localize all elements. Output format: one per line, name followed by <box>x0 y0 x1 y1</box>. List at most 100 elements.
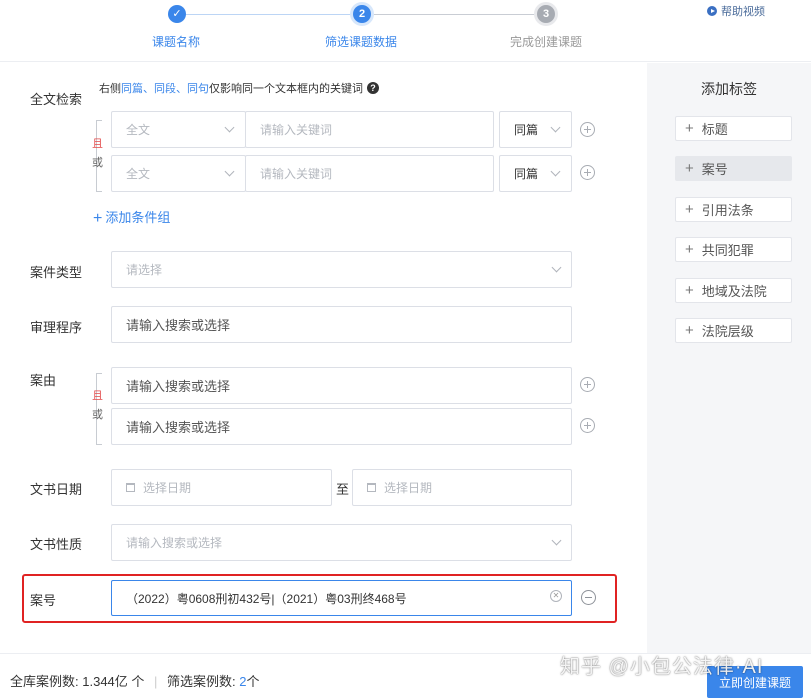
cause-placeholder: 请输入搜索或选择 <box>126 379 231 394</box>
and-option[interactable]: 且 <box>92 390 103 403</box>
and-option[interactable]: 且 <box>92 138 103 151</box>
or-option[interactable]: 或 <box>92 157 103 170</box>
start-date-input[interactable]: 选择日期 <box>111 469 332 506</box>
keyword-input-2[interactable]: 请输入关键词 <box>245 155 494 192</box>
stepper: ✓ 2 3 课题名称 筛选课题数据 完成创建课题 帮助视频 <box>0 0 811 62</box>
plus-icon: + <box>685 120 694 137</box>
end-date-input[interactable]: 选择日期 <box>352 469 572 506</box>
tag-button-cited-law[interactable]: + 引用法条 <box>675 197 792 222</box>
case-count-summary: 全库案例数: 1.344亿 个 | 筛选案例数: 2个 <box>10 671 260 690</box>
add-row-icon[interactable] <box>580 418 595 433</box>
tag-button-joint-crime[interactable]: + 共同犯罪 <box>675 237 792 262</box>
match-select-2[interactable]: 同篇 <box>499 155 572 192</box>
step-1-label[interactable]: 课题名称 <box>152 33 200 50</box>
plus-icon: + <box>685 160 694 177</box>
tag-label: 引用法条 <box>701 203 754 218</box>
calendar-icon <box>367 483 376 492</box>
keyword-placeholder: 请输入关键词 <box>260 123 333 137</box>
doc-date-label: 文书日期 <box>30 482 83 497</box>
end-date-placeholder: 选择日期 <box>384 481 433 495</box>
chevron-down-icon <box>550 166 561 177</box>
case-number-input[interactable]: （2022）粤0608刑初432号|（2021）粤03刑终468号 <box>111 580 572 616</box>
plus-icon: + <box>685 282 694 299</box>
tag-label: 标题 <box>701 122 728 137</box>
doc-nature-placeholder: 请输入搜索或选择 <box>126 536 223 550</box>
tag-label: 法院层级 <box>701 324 754 339</box>
add-condition-group-button[interactable]: + 添加条件组 <box>93 207 170 227</box>
doc-nature-label: 文书性质 <box>30 537 83 552</box>
tag-label: 案号 <box>701 162 728 177</box>
keyword-placeholder: 请输入关键词 <box>260 167 333 181</box>
plus-icon: + <box>685 201 694 218</box>
step-connector <box>186 14 354 15</box>
trial-procedure-input[interactable]: 请输入搜索或选择 <box>111 306 572 343</box>
match-select-1[interactable]: 同篇 <box>499 111 572 148</box>
total-count-value: 1.344亿 个 <box>82 674 145 689</box>
tag-panel-title: 添加标签 <box>701 81 757 97</box>
tag-panel: 添加标签 + 标题 + 案号 + 引用法条 + 共同犯罪 + 地域及法院 + 法院层级 <box>647 63 811 653</box>
calendar-icon <box>126 483 135 492</box>
tag-button-region-court[interactable]: + 地域及法院 <box>675 278 792 303</box>
cause-label: 案由 <box>30 373 57 388</box>
fulltext-logic-toggle[interactable]: 且 或 <box>92 138 103 170</box>
help-video-label: 帮助视频 <box>721 6 765 18</box>
or-option[interactable]: 或 <box>92 409 103 422</box>
cause-input-1[interactable]: 请输入搜索或选择 <box>111 367 572 404</box>
help-video-link[interactable]: 帮助视频 <box>707 3 765 19</box>
plus-icon: + <box>93 210 103 227</box>
add-row-icon[interactable] <box>580 377 595 392</box>
fulltext-label: 全文检索 <box>30 92 83 107</box>
question-icon[interactable]: ? <box>367 82 379 94</box>
step-2-label[interactable]: 筛选课题数据 <box>325 33 397 50</box>
case-type-label: 案件类型 <box>30 265 83 280</box>
cause-placeholder: 请输入搜索或选择 <box>126 420 231 435</box>
doc-nature-select[interactable]: 请输入搜索或选择 <box>111 524 572 561</box>
scope-select-value: 全文 <box>126 123 151 137</box>
total-count-label: 全库案例数: <box>10 674 79 689</box>
match-select-value: 同篇 <box>514 167 539 181</box>
tag-label: 地域及法院 <box>701 284 767 299</box>
hint-suffix: 仅影响同一个文本框内的关键词 <box>209 83 363 95</box>
tag-button-court-level[interactable]: + 法院层级 <box>675 318 792 343</box>
clear-icon[interactable]: ✕ <box>550 590 562 602</box>
cause-logic-toggle[interactable]: 且 或 <box>92 390 103 422</box>
remove-field-icon[interactable] <box>581 590 596 605</box>
cause-input-2[interactable]: 请输入搜索或选择 <box>111 408 572 445</box>
chevron-down-icon <box>551 535 562 546</box>
plus-icon: + <box>685 322 694 339</box>
watermark: 知乎 @小包公法律·AI <box>560 656 764 678</box>
plus-icon: + <box>685 241 694 258</box>
case-number-label: 案号 <box>30 593 57 608</box>
filtered-count-value: 2 <box>239 674 247 689</box>
trial-procedure-placeholder: 请输入搜索或选择 <box>126 318 231 333</box>
trial-procedure-label: 审理程序 <box>30 320 83 335</box>
filtered-count-unit: 个 <box>246 674 260 689</box>
step-3-number: 3 <box>537 5 555 23</box>
step-3-label: 完成创建课题 <box>510 35 583 49</box>
tag-button-title[interactable]: + 标题 <box>675 116 792 141</box>
chevron-down-icon <box>224 166 235 177</box>
start-date-placeholder: 选择日期 <box>143 481 192 495</box>
scope-select-2[interactable]: 全文 <box>111 155 246 192</box>
fulltext-hint: 右侧 同篇、同段、同句 仅影响同一个文本框内的关键词 ? <box>99 80 379 96</box>
add-group-label: 添加条件组 <box>105 210 171 225</box>
play-icon <box>707 6 717 16</box>
case-type-placeholder: 请选择 <box>126 263 163 277</box>
add-row-icon[interactable] <box>580 122 595 137</box>
add-row-icon[interactable] <box>580 165 595 180</box>
filtered-count-label: 筛选案例数: <box>167 674 236 689</box>
chevron-down-icon <box>551 262 562 273</box>
match-select-value: 同篇 <box>514 123 539 137</box>
scope-select-value: 全文 <box>126 167 151 181</box>
tag-label: 共同犯罪 <box>701 243 754 258</box>
divider: | <box>154 674 158 689</box>
date-range-separator: 至 <box>336 482 350 497</box>
hint-prefix: 右侧 <box>99 83 121 95</box>
scope-select-1[interactable]: 全文 <box>111 111 246 148</box>
case-type-select[interactable]: 请选择 <box>111 251 572 288</box>
chevron-down-icon <box>224 122 235 133</box>
tag-button-case-number[interactable]: + 案号 <box>675 156 792 181</box>
chevron-down-icon <box>550 122 561 133</box>
step-1-check-icon: ✓ <box>168 5 186 23</box>
keyword-input-1[interactable]: 请输入关键词 <box>245 111 494 148</box>
